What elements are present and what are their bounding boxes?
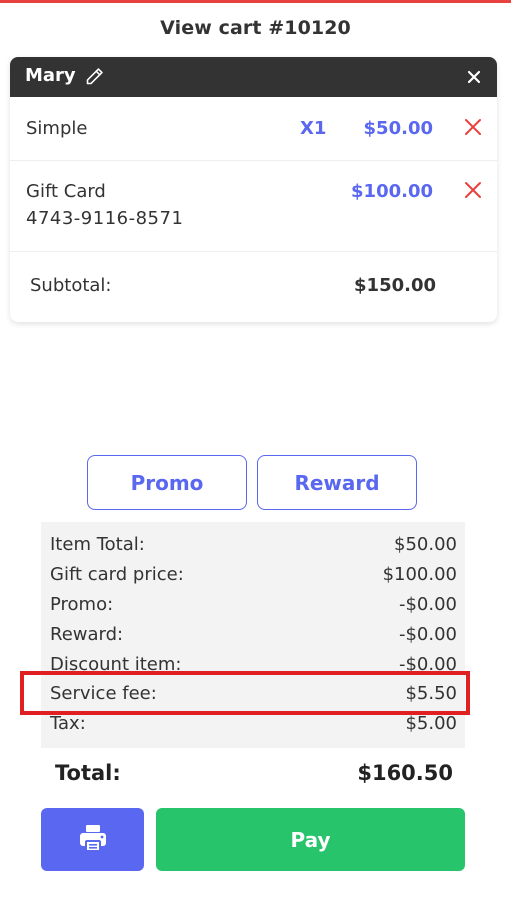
pay-button[interactable]: Pay bbox=[156, 808, 465, 871]
subtotal-label: Subtotal: bbox=[30, 275, 112, 296]
summary-row-tax: Tax: $5.00 bbox=[41, 709, 465, 739]
remove-x-icon[interactable] bbox=[464, 181, 482, 199]
cart-header: Mary bbox=[10, 57, 497, 97]
close-icon[interactable] bbox=[465, 68, 483, 86]
summary-value: -$0.00 bbox=[398, 594, 457, 615]
total-value: $160.50 bbox=[357, 761, 453, 785]
summary-label: Reward: bbox=[50, 624, 124, 645]
item-price: $100.00 bbox=[351, 181, 433, 202]
item-name: Gift Card bbox=[26, 181, 106, 202]
subtotal-value: $150.00 bbox=[354, 275, 436, 296]
summary-value: $100.00 bbox=[382, 564, 457, 585]
page-title: View cart #10120 bbox=[160, 17, 351, 39]
top-accent-bar bbox=[0, 0, 511, 3]
summary-label: Promo: bbox=[50, 594, 114, 615]
pencil-icon[interactable] bbox=[84, 66, 105, 87]
summary-row-gift-card-price: Gift card price: $100.00 bbox=[41, 560, 465, 590]
remove-x-icon[interactable] bbox=[464, 118, 482, 136]
printer-icon bbox=[77, 822, 109, 858]
summary-value: -$0.00 bbox=[398, 654, 457, 675]
summary-value: $5.50 bbox=[405, 683, 457, 704]
cart-card: Mary Simple X1 $50.00 Gift Card 4743-911… bbox=[10, 57, 497, 322]
summary-label: Tax: bbox=[50, 713, 86, 734]
item-price: $50.00 bbox=[363, 118, 433, 139]
summary-row-item-total: Item Total: $50.00 bbox=[41, 530, 465, 560]
summary-value: $50.00 bbox=[394, 534, 457, 555]
customer-name: Mary bbox=[25, 65, 76, 86]
summary-label: Service fee: bbox=[50, 683, 157, 704]
summary-value: $5.00 bbox=[405, 713, 457, 734]
summary-row-reward: Reward: -$0.00 bbox=[41, 620, 465, 650]
item-name: Simple bbox=[26, 118, 88, 139]
item-quantity: X1 bbox=[300, 118, 327, 139]
summary-row-discount-item: Discount item: -$0.00 bbox=[41, 650, 465, 680]
summary-value: -$0.00 bbox=[398, 624, 457, 645]
order-summary: Item Total: $50.00 Gift card price: $100… bbox=[41, 522, 465, 748]
summary-label: Item Total: bbox=[50, 534, 145, 555]
summary-label: Gift card price: bbox=[50, 564, 184, 585]
summary-row-service-fee: Service fee: $5.50 bbox=[41, 679, 465, 709]
gift-card-number: 4743-9116-8571 bbox=[26, 208, 184, 229]
cart-item-row: Simple X1 $50.00 bbox=[10, 97, 497, 161]
reward-button[interactable]: Reward bbox=[257, 455, 417, 510]
summary-row-promo: Promo: -$0.00 bbox=[41, 590, 465, 620]
promo-button[interactable]: Promo bbox=[87, 455, 247, 510]
total-label: Total: bbox=[55, 761, 121, 785]
cart-item-row: Gift Card 4743-9116-8571 $100.00 bbox=[10, 161, 497, 252]
summary-label: Discount item: bbox=[50, 654, 182, 675]
print-button[interactable] bbox=[41, 808, 144, 871]
